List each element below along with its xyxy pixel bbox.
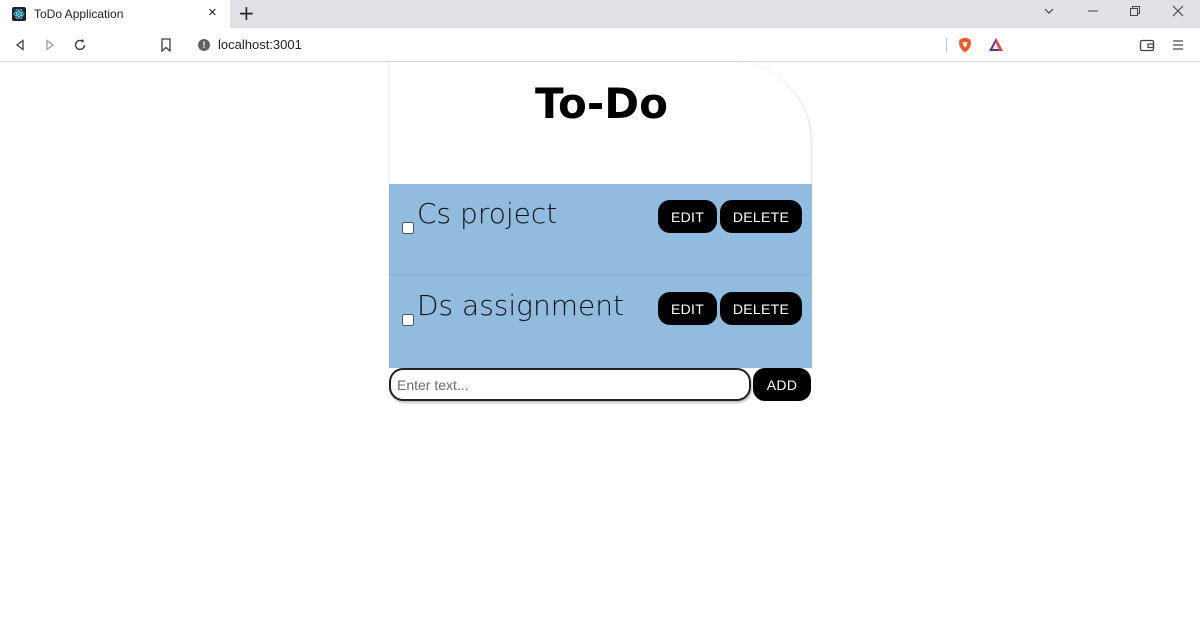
todo-item: Cs project EDIT DELETE: [389, 184, 812, 275]
minimize-icon[interactable]: [1087, 5, 1099, 21]
tab-title: ToDo Application: [34, 7, 124, 21]
active-tab[interactable]: ToDo Application ×: [0, 0, 230, 28]
reload-icon[interactable]: [70, 35, 90, 55]
close-window-icon[interactable]: [1172, 5, 1184, 21]
brave-rewards-icon[interactable]: [988, 37, 1004, 53]
back-icon[interactable]: [10, 35, 30, 55]
address-divider: [946, 38, 947, 53]
delete-button[interactable]: DELETE: [720, 292, 802, 325]
page-title: To-Do: [534, 79, 669, 128]
browser-toolbar: ! localhost:3001: [0, 28, 1200, 62]
todo-text: Cs project: [417, 197, 558, 230]
restore-icon[interactable]: [1129, 5, 1141, 21]
card-header: To-Do: [389, 62, 812, 184]
todo-checkbox[interactable]: [402, 222, 414, 234]
new-tab-button[interactable]: +: [238, 3, 255, 23]
todo-checkbox[interactable]: [402, 314, 414, 326]
tab-search-icon[interactable]: [1043, 5, 1055, 21]
react-logo-icon: [12, 7, 26, 21]
todo-item: Ds assignment EDIT DELETE: [389, 276, 812, 367]
forward-icon[interactable]: [40, 35, 60, 55]
close-tab-icon[interactable]: ×: [208, 5, 217, 21]
menu-icon[interactable]: [1168, 35, 1188, 55]
add-todo-row: ADD: [389, 368, 812, 402]
todo-text: Ds assignment: [417, 289, 624, 322]
todo-list: Cs project EDIT DELETE Ds assignment EDI…: [389, 184, 812, 368]
wallet-icon[interactable]: [1137, 35, 1157, 55]
delete-button[interactable]: DELETE: [720, 200, 802, 233]
brave-shields-icon[interactable]: [958, 37, 972, 53]
edit-button[interactable]: EDIT: [658, 200, 717, 233]
site-info-icon[interactable]: !: [198, 39, 210, 51]
edit-button[interactable]: EDIT: [658, 292, 717, 325]
url-text: localhost:3001: [218, 37, 302, 52]
todo-card: To-Do Cs project EDIT DELETE Ds assignme…: [389, 62, 812, 402]
address-bar[interactable]: ! localhost:3001: [188, 32, 1014, 58]
bookmark-icon[interactable]: [156, 35, 176, 55]
tab-bar: ToDo Application × +: [0, 0, 1200, 28]
add-button[interactable]: ADD: [753, 368, 811, 401]
new-todo-input[interactable]: [389, 368, 751, 401]
